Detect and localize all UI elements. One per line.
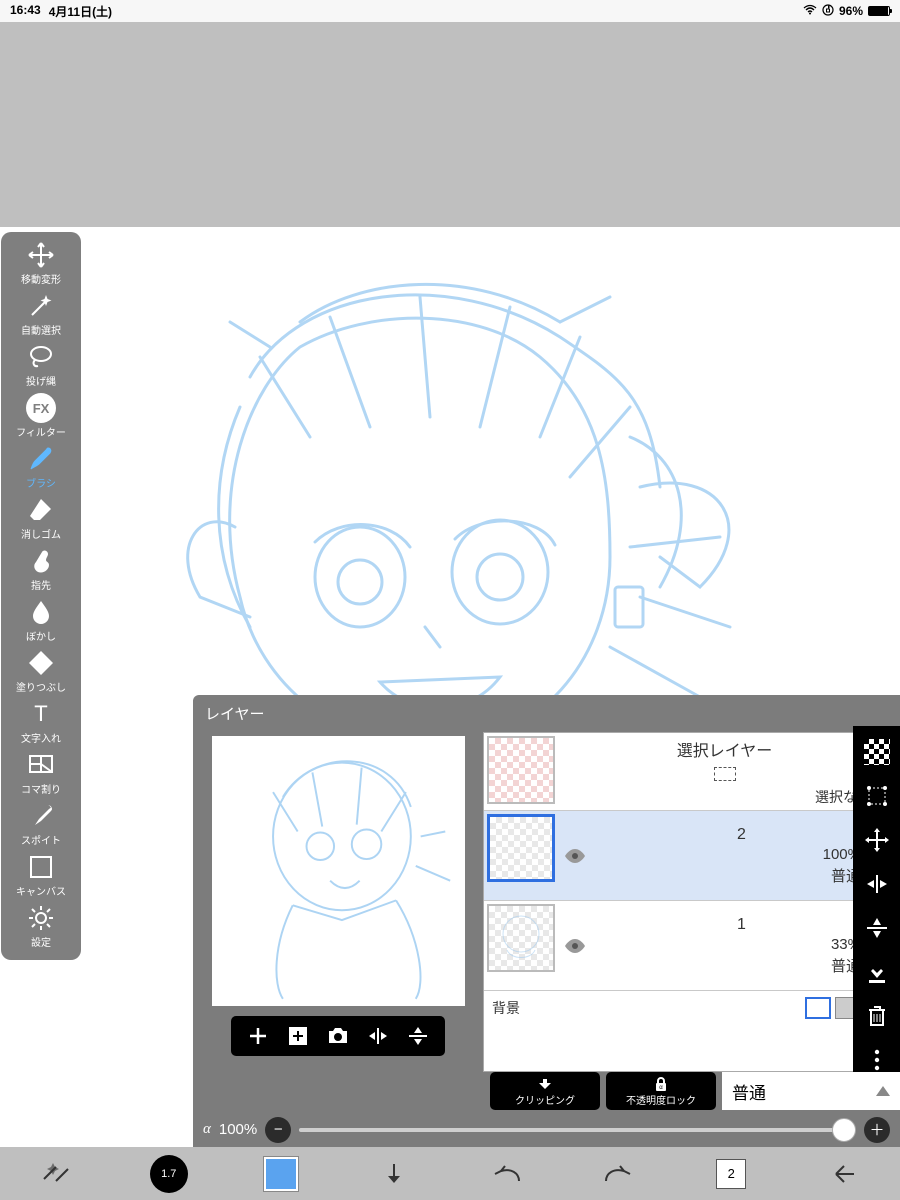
blend-mode-value: 普通: [732, 1079, 766, 1104]
layer-flip-h-button[interactable]: [857, 864, 897, 904]
brush-size-button[interactable]: 1.7: [113, 1147, 226, 1200]
alpha-increase-button[interactable]: ＋: [864, 1117, 890, 1143]
layer-visibility-1[interactable]: [558, 901, 592, 990]
battery-pct: 96%: [839, 4, 863, 18]
selection-layer-title: 選択レイヤー: [677, 737, 773, 761]
undo-button[interactable]: [450, 1147, 563, 1200]
layer-preview[interactable]: [212, 736, 465, 1006]
bottom-bar: 1.7 2: [0, 1147, 900, 1200]
svg-text:α: α: [659, 1085, 663, 1091]
opacity-lock-button[interactable]: α 不透明度ロック: [606, 1072, 716, 1110]
selection-layer-row[interactable]: 選択レイヤー 選択なし: [484, 733, 899, 811]
layer-count-value: 2: [728, 1166, 735, 1181]
tool-lasso[interactable]: 投げ縄: [5, 340, 77, 391]
brush-size-value: 1.7: [161, 1168, 176, 1180]
color-button[interactable]: [225, 1147, 338, 1200]
tool-brush-label: ブラシ: [26, 475, 56, 490]
tool-smudge-label: 指先: [31, 577, 51, 592]
layer-preview-toolbar: [231, 1016, 445, 1056]
status-bar: 16:43 4月11日(土) 96%: [0, 0, 900, 22]
tool-text[interactable]: T 文字入れ: [5, 697, 77, 748]
svg-text:T: T: [34, 701, 47, 726]
chevron-up-icon: [876, 1086, 890, 1096]
selection-layer-thumb: [487, 736, 555, 804]
flip-v-button[interactable]: [401, 1022, 435, 1050]
alpha-label: α: [203, 1121, 211, 1138]
tool-frame-label: コマ割り: [21, 781, 61, 796]
layer-list: 選択レイヤー 選択なし 2 100% 普通: [483, 732, 900, 1072]
transform-layer-button[interactable]: [857, 776, 897, 816]
tool-brush[interactable]: ブラシ: [5, 442, 77, 493]
tool-eraser[interactable]: 消しゴム: [5, 493, 77, 544]
back-button[interactable]: [788, 1147, 900, 1200]
move-layer-button[interactable]: [857, 820, 897, 860]
tool-settings[interactable]: 設定: [5, 901, 77, 952]
clipping-label: クリッピング: [515, 1092, 575, 1107]
background-row[interactable]: 背景: [484, 991, 899, 1025]
alpha-slider-knob[interactable]: [832, 1118, 856, 1142]
tool-blur[interactable]: ぼかし: [5, 595, 77, 646]
layer-actions-strip: [853, 726, 900, 1086]
tool-text-label: 文字入れ: [21, 730, 61, 745]
add-photo-layer-button[interactable]: [281, 1022, 315, 1050]
delete-layer-button[interactable]: [857, 996, 897, 1036]
add-layer-button[interactable]: [241, 1022, 275, 1050]
blend-mode-select[interactable]: 普通: [722, 1072, 900, 1110]
alpha-value: 100%: [219, 1121, 257, 1138]
layer-name-1: 1: [737, 916, 746, 934]
tool-frame[interactable]: コマ割り: [5, 748, 77, 799]
tool-sidebar: 移動変形 自動選択 投げ縄 FX フィルター ブラシ 消しゴム 指先 ぼかし 塗…: [1, 232, 81, 960]
rotation-lock-icon: [822, 4, 834, 19]
status-date: 4月11日(土): [49, 3, 112, 20]
clipping-button[interactable]: クリッピング: [490, 1072, 600, 1110]
tool-move[interactable]: 移動変形: [5, 238, 77, 289]
tool-eyedropper-label: スポイト: [21, 832, 61, 847]
flip-h-button[interactable]: [361, 1022, 395, 1050]
tool-lasso-label: 投げ縄: [26, 373, 56, 388]
merge-down-button[interactable]: [857, 952, 897, 992]
wifi-icon: [803, 4, 817, 18]
tool-canvas[interactable]: キャンバス: [5, 850, 77, 901]
layers-button[interactable]: 2: [675, 1147, 788, 1200]
layer-panel-title: レイヤー: [193, 695, 900, 732]
tool-fx[interactable]: FX フィルター: [5, 391, 77, 442]
tool-fx-label: フィルター: [16, 424, 66, 439]
camera-button[interactable]: [321, 1022, 355, 1050]
tool-fill-label: 塗りつぶし: [16, 679, 66, 694]
app-chrome-gap: [0, 22, 900, 227]
layer-visibility-2[interactable]: [558, 811, 592, 900]
tool-smudge[interactable]: 指先: [5, 544, 77, 595]
checker-toggle-button[interactable]: [857, 732, 897, 772]
tool-eraser-label: 消しゴム: [21, 526, 61, 541]
layer-controls-row: クリッピング α 不透明度ロック 普通: [490, 1072, 900, 1110]
layer-row-1[interactable]: 1 33% 普通: [484, 901, 899, 991]
layer-name-2: 2: [737, 826, 746, 844]
layer-thumb-2: [487, 814, 555, 882]
save-button[interactable]: [338, 1147, 451, 1200]
tool-fill[interactable]: 塗りつぶし: [5, 646, 77, 697]
battery-icon: [868, 6, 890, 16]
alpha-decrease-button[interactable]: −: [265, 1117, 291, 1143]
bg-white[interactable]: [805, 997, 831, 1019]
tool-settings-label: 設定: [31, 934, 51, 949]
opacity-lock-label: 不透明度ロック: [626, 1092, 696, 1107]
tool-blur-label: ぼかし: [26, 628, 56, 643]
tool-canvas-label: キャンバス: [16, 883, 66, 898]
tool-wand[interactable]: 自動選択: [5, 289, 77, 340]
tool-eyedropper[interactable]: スポイト: [5, 799, 77, 850]
current-color-swatch: [264, 1157, 298, 1191]
layer-row-2[interactable]: 2 100% 普通: [484, 811, 899, 901]
redo-button[interactable]: [563, 1147, 676, 1200]
alpha-row: α 100% − ＋: [193, 1112, 900, 1147]
tool-wand-label: 自動選択: [21, 322, 61, 337]
layer-flip-v-button[interactable]: [857, 908, 897, 948]
status-time: 16:43: [10, 3, 41, 20]
selection-bounds-icon: [714, 767, 736, 781]
background-label: 背景: [492, 998, 520, 1018]
stabilizer-button[interactable]: [0, 1147, 113, 1200]
alpha-slider[interactable]: [299, 1128, 856, 1132]
layer-thumb-1: [487, 904, 555, 972]
tool-move-label: 移動変形: [21, 271, 61, 286]
